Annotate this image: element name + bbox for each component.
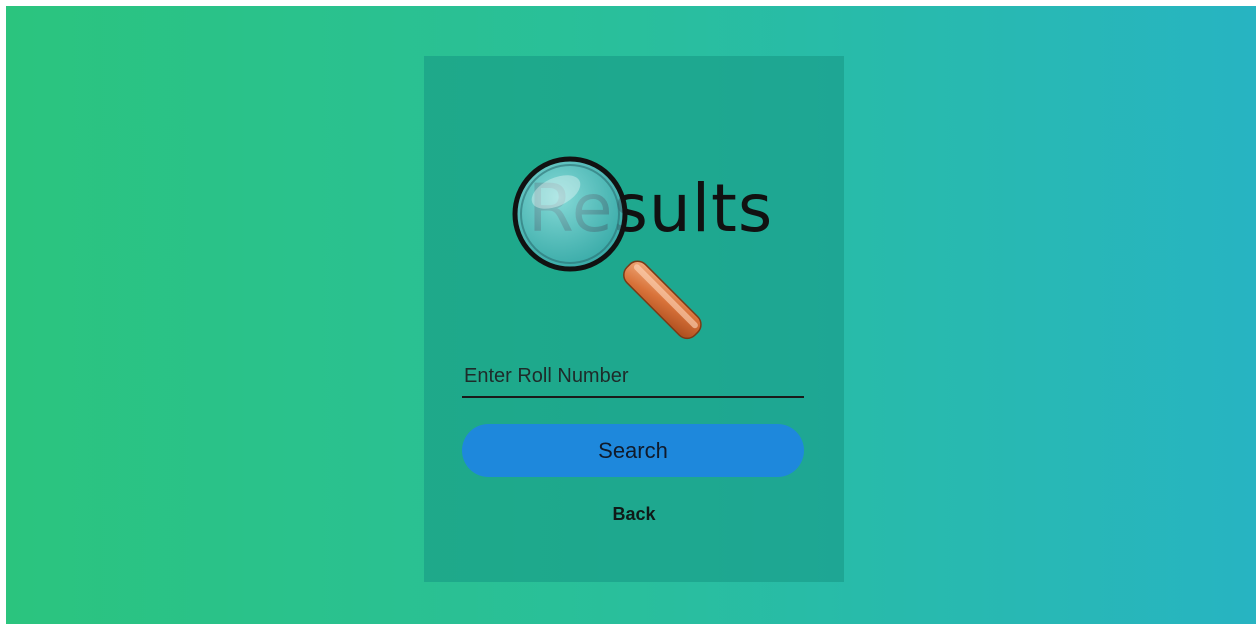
results-logo: Results [512,152,776,342]
magnifying-glass-icon [512,156,702,340]
search-card: Results Enter Roll Number Search Back [424,56,844,582]
search-button[interactable]: Search [462,424,804,477]
roll-number-input[interactable] [462,356,804,398]
back-link[interactable]: Back [424,504,844,525]
page-background: Results Enter Roll Number Search Back [6,6,1256,624]
